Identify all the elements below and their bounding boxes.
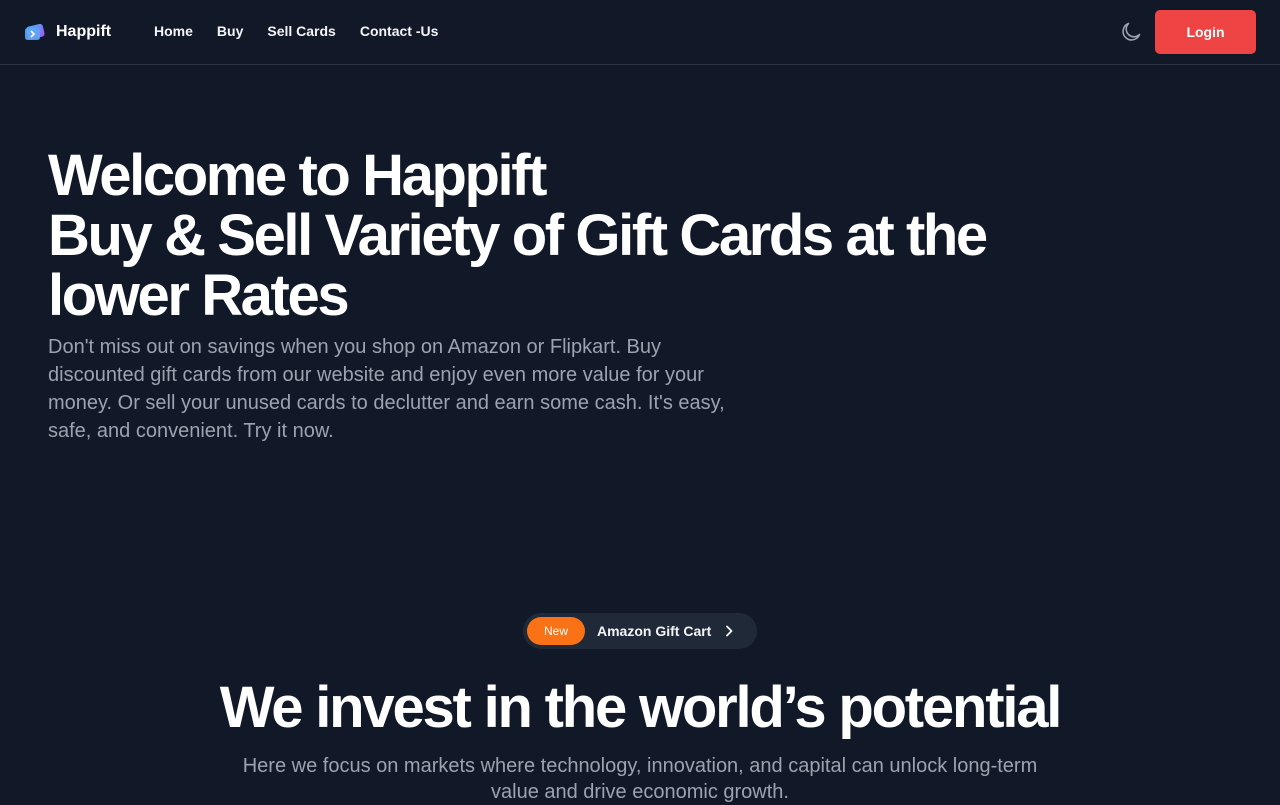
nav-contact-link[interactable]: Contact -Us [360, 23, 439, 39]
nav-home-link[interactable]: Home [154, 23, 193, 39]
nav-sell-cards-link[interactable]: Sell Cards [267, 23, 335, 39]
new-badge: New [527, 617, 585, 645]
moon-icon[interactable] [1119, 20, 1143, 44]
hero-description: Don't miss out on savings when you shop … [48, 336, 725, 442]
brand[interactable]: Happift [24, 20, 111, 44]
hero-title: Welcome to Happift Buy & Sell Variety of… [48, 146, 1148, 326]
hero-title-line: lower Rates [48, 263, 350, 328]
section-description: Here we focus on markets where technolog… [242, 755, 1038, 803]
section-title: We invest in the world’s potential [219, 675, 1063, 740]
main-nav: Home Buy Sell Cards Contact -Us [154, 23, 462, 39]
nav-buy-link[interactable]: Buy [217, 23, 243, 39]
hero-title-line: Welcome to Happift [48, 143, 548, 208]
announcement-pill[interactable]: New Amazon Gift Cart [523, 613, 757, 649]
hero-title-line: Buy & Sell Variety of Gift Cards at the [48, 203, 988, 268]
announcement-text: Amazon Gift Cart [597, 623, 712, 639]
chevron-right-icon [726, 625, 733, 637]
hero-section: Welcome to Happift Buy & Sell Variety of… [0, 65, 1280, 545]
invest-section: New Amazon Gift Cart We invest in the wo… [0, 545, 1280, 803]
login-button[interactable]: Login [1155, 10, 1256, 54]
logo-icon [25, 23, 45, 40]
brand-name: Happift [56, 23, 112, 40]
navbar: Happift Home Buy Sell Cards Contact -Us … [0, 0, 1280, 65]
